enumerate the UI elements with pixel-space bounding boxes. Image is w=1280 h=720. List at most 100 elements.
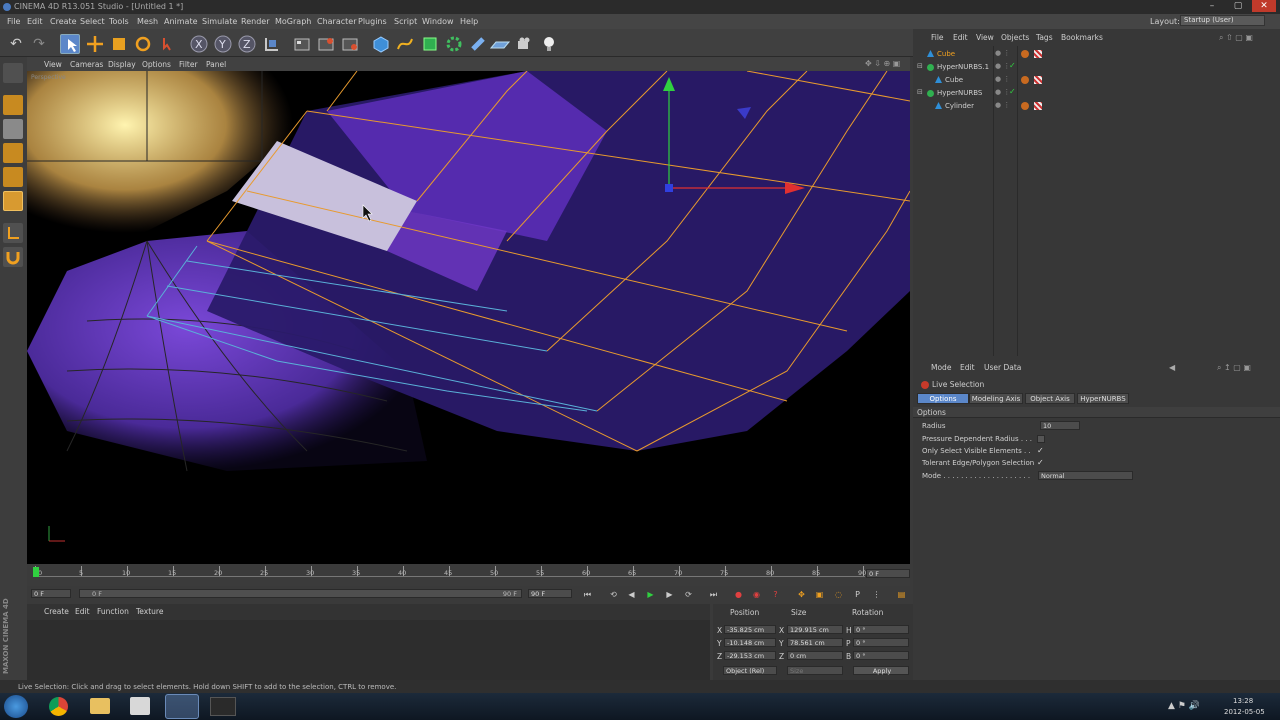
preview-range-slider[interactable]: 0 F 90 F xyxy=(79,589,522,598)
make-editable-icon[interactable] xyxy=(3,63,23,83)
menu-mograph[interactable]: MoGraph xyxy=(275,17,311,26)
texture-tag-icon[interactable] xyxy=(1034,102,1042,110)
visibility-dots-icon[interactable]: ● ⋮ xyxy=(995,101,1010,109)
obj-menu-view[interactable]: View xyxy=(976,33,994,42)
start-frame-field[interactable]: 0 F xyxy=(31,589,71,598)
phong-tag-icon[interactable] xyxy=(1021,76,1029,84)
undo-icon[interactable]: ↶ xyxy=(6,34,26,54)
menu-tools[interactable]: Tools xyxy=(109,17,129,26)
mat-menu-create[interactable]: Create xyxy=(44,607,69,616)
obj-menu-bookmarks[interactable]: Bookmarks xyxy=(1061,33,1103,42)
vp-menu-cameras[interactable]: Cameras xyxy=(70,60,103,69)
key-rotation-icon[interactable]: ◌ xyxy=(832,589,845,601)
playhead[interactable] xyxy=(33,567,39,577)
viewport-scene[interactable]: Perspective xyxy=(27,71,910,564)
light-icon[interactable] xyxy=(539,34,559,54)
obj-menu-tags[interactable]: Tags xyxy=(1036,33,1053,42)
size-z-field[interactable]: 0 cm xyxy=(787,651,843,660)
attr-back-arrow-icon[interactable]: ◀ xyxy=(1169,363,1175,372)
object-name[interactable]: Cylinder xyxy=(945,102,974,110)
y-axis-lock-icon[interactable]: Y xyxy=(213,34,233,54)
expand-toggle-icon[interactable]: ⊟ xyxy=(917,62,923,70)
coordinate-system-icon[interactable] xyxy=(261,34,281,54)
object-name[interactable]: HyperNURBS.1 xyxy=(937,63,989,71)
next-key-icon[interactable]: ⟳ xyxy=(682,589,695,601)
chrome-icon[interactable] xyxy=(49,697,68,716)
mat-menu-edit[interactable]: Edit xyxy=(75,607,90,616)
enabled-check-icon[interactable]: ✓ xyxy=(1009,87,1016,96)
key-scale-icon[interactable]: ▣ xyxy=(813,589,826,601)
object-row[interactable]: ⊟ HyperNURBS.1 ● ⋮ ✓ xyxy=(913,61,1280,74)
explorer-icon[interactable] xyxy=(90,698,110,714)
apply-button[interactable]: Apply xyxy=(853,666,909,675)
recent-tool-icon[interactable] xyxy=(158,34,178,54)
obj-menu-file[interactable]: File xyxy=(931,33,944,42)
start-button-icon[interactable] xyxy=(4,695,28,718)
magnet-icon[interactable] xyxy=(3,247,23,267)
obj-search-icon[interactable]: ⌕ ⇧ ▢ ▣ xyxy=(1219,33,1253,43)
rotation-b-field[interactable]: 0 ° xyxy=(853,651,909,660)
prev-key-icon[interactable]: ⟲ xyxy=(607,589,620,601)
object-row[interactable]: Cube ● ⋮ xyxy=(913,48,1280,61)
menu-character[interactable]: Character xyxy=(317,17,357,26)
obj-menu-objects[interactable]: Objects xyxy=(1001,33,1029,42)
menu-file[interactable]: File xyxy=(7,17,20,26)
object-row[interactable]: Cylinder ● ⋮ xyxy=(913,100,1280,113)
key-position-icon[interactable]: ✥ xyxy=(795,589,808,601)
attr-menu-user-data[interactable]: User Data xyxy=(984,363,1021,372)
axis-mode-icon[interactable] xyxy=(3,223,23,243)
obj-menu-edit[interactable]: Edit xyxy=(953,33,968,42)
live-selection-icon[interactable] xyxy=(60,34,80,54)
expand-toggle-icon[interactable]: ⊟ xyxy=(917,88,923,96)
texture-tag-icon[interactable] xyxy=(1034,76,1042,84)
deformer-icon[interactable] xyxy=(468,34,488,54)
vp-menu-display[interactable]: Display xyxy=(108,60,136,69)
floor-icon[interactable] xyxy=(489,34,511,54)
tab-hypernurbs[interactable]: HyperNURBS xyxy=(1077,393,1129,404)
menu-select[interactable]: Select xyxy=(80,17,105,26)
key-param-icon[interactable]: P xyxy=(851,589,864,601)
phong-tag-icon[interactable] xyxy=(1021,102,1029,110)
menu-window[interactable]: Window xyxy=(422,17,454,26)
app-task-icon[interactable] xyxy=(210,697,236,716)
tab-options[interactable]: Options xyxy=(917,393,969,404)
vp-menu-filter[interactable]: Filter xyxy=(179,60,198,69)
vp-menu-view[interactable]: View xyxy=(44,60,62,69)
hypernurbs-icon[interactable] xyxy=(420,34,440,54)
menu-script[interactable]: Script xyxy=(394,17,417,26)
attr-menu-mode[interactable]: Mode xyxy=(931,363,951,372)
menu-edit[interactable]: Edit xyxy=(27,17,43,26)
texture-tag-icon[interactable] xyxy=(1034,50,1042,58)
menu-help[interactable]: Help xyxy=(460,17,478,26)
edges-mode-icon[interactable] xyxy=(3,167,23,187)
object-row[interactable]: Cube ● ⋮ xyxy=(913,74,1280,87)
tab-modeling-axis[interactable]: Modeling Axis xyxy=(969,393,1023,404)
render-picture-viewer-icon[interactable] xyxy=(316,34,336,54)
position-x-field[interactable]: -35.825 cm xyxy=(724,625,776,634)
spline-pen-icon[interactable] xyxy=(395,34,415,54)
key-pla-icon[interactable]: ⋮ xyxy=(870,589,883,601)
phong-tag-icon[interactable] xyxy=(1021,50,1029,58)
texture-mode-icon[interactable] xyxy=(3,119,23,139)
camera-icon[interactable] xyxy=(515,34,535,54)
visibility-dots-icon[interactable]: ● ⋮ xyxy=(995,49,1010,57)
timeline-ruler[interactable]: 0 5 10 15 20 25 30 35 40 45 50 55 60 65 … xyxy=(27,564,910,586)
vp-menu-panel[interactable]: Panel xyxy=(206,60,226,69)
goto-start-icon[interactable]: ⏮ xyxy=(581,589,594,601)
close-button[interactable]: ✕ xyxy=(1252,0,1276,12)
polygons-mode-icon[interactable] xyxy=(3,191,23,211)
play-icon[interactable]: ▶ xyxy=(644,589,657,601)
material-list-area[interactable] xyxy=(27,620,710,680)
record-icon[interactable]: ● xyxy=(732,589,745,601)
rotation-p-field[interactable]: 0 ° xyxy=(853,638,909,647)
timeline-menu-icon[interactable]: ▤ xyxy=(895,589,908,601)
object-name[interactable]: Cube xyxy=(945,76,963,84)
size-y-field[interactable]: 78.561 cm xyxy=(787,638,843,647)
menu-animate[interactable]: Animate xyxy=(164,17,198,26)
render-view-icon[interactable] xyxy=(292,34,312,54)
menu-simulate[interactable]: Simulate xyxy=(202,17,237,26)
perspective-viewport[interactable]: Perspective xyxy=(27,71,910,564)
menu-mesh[interactable]: Mesh xyxy=(137,17,158,26)
maximize-button[interactable]: ▢ xyxy=(1226,0,1250,12)
gizmo-center-handle[interactable] xyxy=(665,184,673,192)
